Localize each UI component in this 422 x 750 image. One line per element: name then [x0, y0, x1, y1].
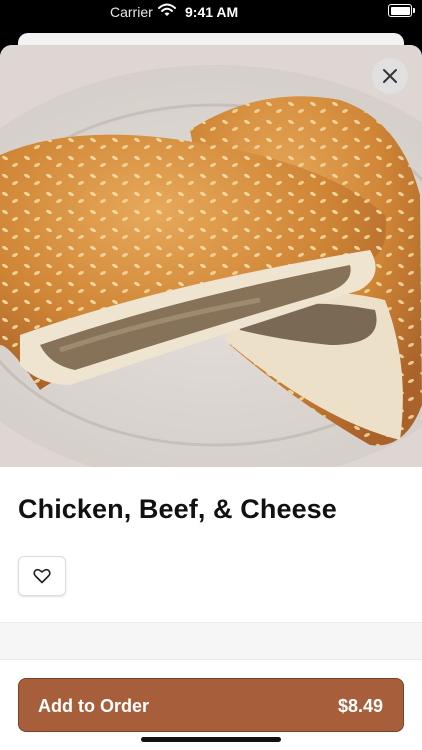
add-to-order-label: Add to Order	[38, 696, 149, 716]
carrier-label: Carrier	[110, 4, 153, 20]
status-bar: Carrier 9:41 AM	[0, 0, 422, 24]
heart-icon	[33, 568, 51, 584]
item-detail-sheet: Chicken, Beef, & Cheese Add to Order $8.…	[0, 45, 422, 750]
add-to-order-button[interactable]: Add to Order $8.49	[18, 678, 404, 732]
close-icon	[383, 69, 397, 83]
status-time: 9:41 AM	[185, 4, 239, 20]
item-price: $8.49	[337, 696, 383, 716]
home-indicator	[141, 737, 281, 742]
battery-icon	[388, 4, 415, 17]
section-divider	[0, 622, 422, 660]
favorite-button[interactable]	[18, 556, 66, 596]
item-title: Chicken, Beef, & Cheese	[18, 494, 337, 524]
wifi-icon	[158, 3, 176, 20]
close-button[interactable]	[372, 58, 408, 94]
item-image	[0, 45, 422, 467]
